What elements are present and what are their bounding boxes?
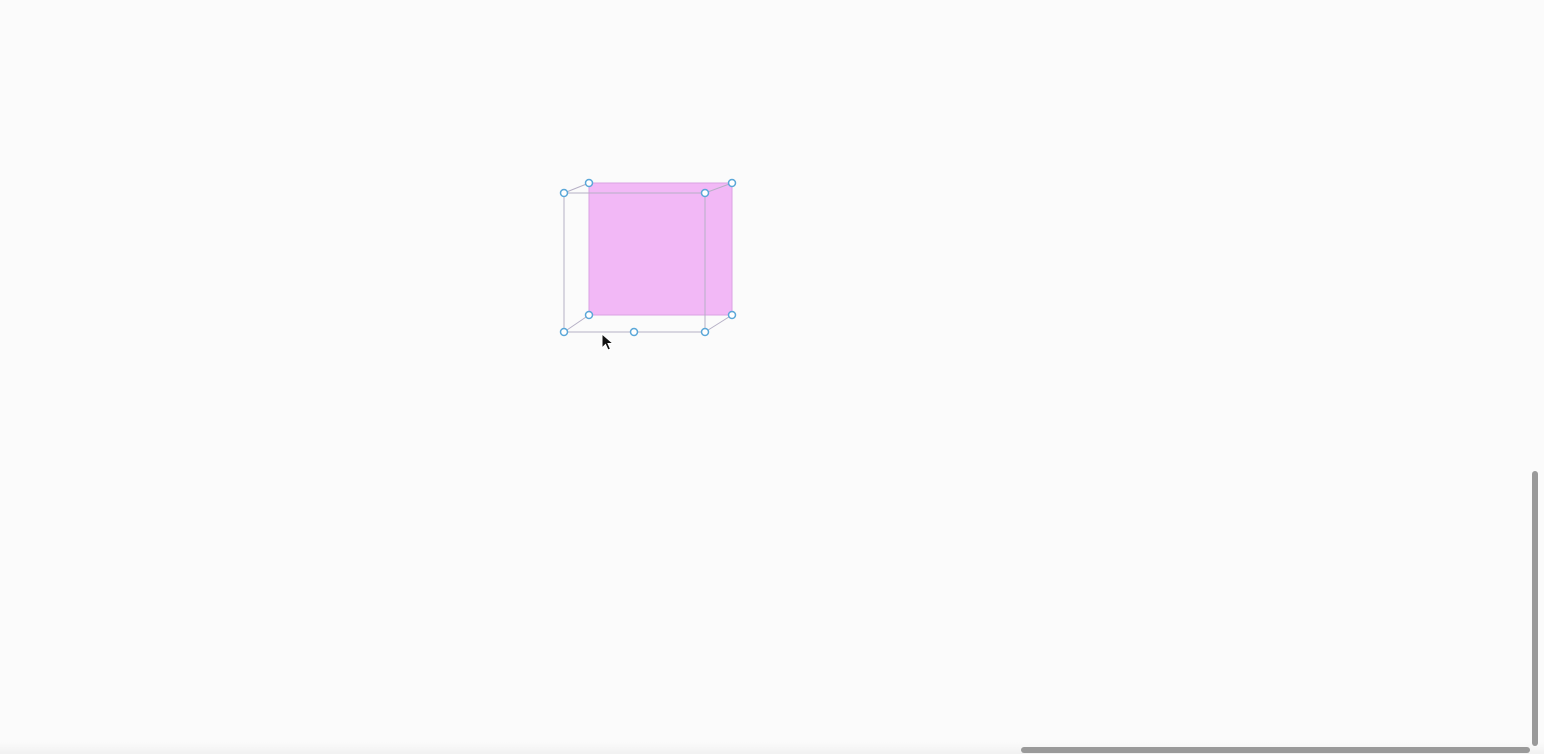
horizontal-scrollbar-thumb[interactable] <box>1021 747 1530 753</box>
resize-handle-front-bottom-left[interactable] <box>559 327 569 337</box>
resize-handle-bottom-middle[interactable] <box>629 327 639 337</box>
resize-handle-front-top-left[interactable] <box>559 188 569 198</box>
resize-handle-front-top-right[interactable] <box>700 188 710 198</box>
cube-edge <box>704 314 733 333</box>
cube-edge <box>563 314 590 333</box>
resize-handle-front-bottom-right[interactable] <box>700 327 710 337</box>
cube-front-face[interactable] <box>588 182 733 316</box>
resize-handle-back-bottom-right[interactable] <box>727 310 737 320</box>
resize-handle-back-bottom-left[interactable] <box>584 310 594 320</box>
cube-shape-layer <box>559 178 737 337</box>
resize-handle-back-top-left[interactable] <box>584 178 594 188</box>
drawing-canvas[interactable] <box>0 0 1544 754</box>
vertical-scrollbar-thumb[interactable] <box>1532 471 1538 746</box>
resize-handle-back-top-right[interactable] <box>727 178 737 188</box>
